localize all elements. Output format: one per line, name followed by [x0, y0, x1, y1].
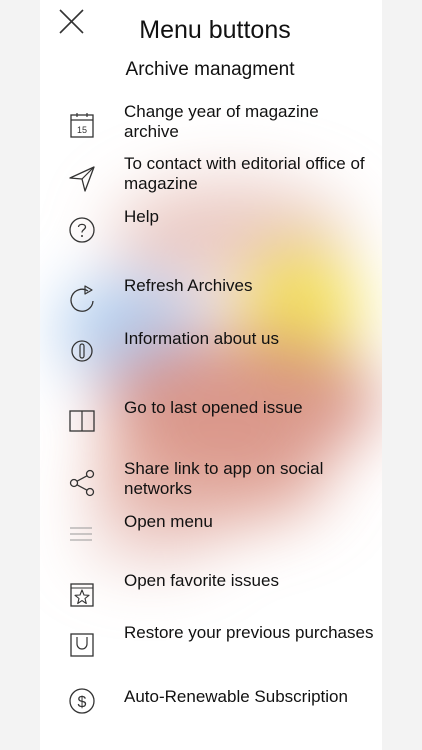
- menu-item-label: Share link to app on social networks: [124, 459, 324, 498]
- menu-icon: [66, 518, 98, 550]
- menu-item-open-menu[interactable]: Open menu: [60, 512, 380, 556]
- menu-item-change-year[interactable]: 15 Change year of magazine archive: [60, 102, 380, 146]
- menu-item-favorite-issues[interactable]: Open favorite issues: [60, 571, 380, 615]
- menu-item-label: Open favorite issues: [124, 571, 279, 590]
- send-icon: [66, 162, 98, 194]
- page-title: Menu buttons: [139, 16, 291, 44]
- calendar-icon: 15: [66, 110, 98, 142]
- section-subtitle: Archive managment: [125, 59, 295, 80]
- menu-item-contact-editorial[interactable]: To contact with editorial office of maga…: [60, 154, 380, 198]
- bag-icon: [66, 629, 98, 661]
- menu-panel: Menu buttons Archive managment 15 Change…: [0, 0, 422, 750]
- menu-item-auto-renewable-subscription[interactable]: $ Auto-Renewable Subscription: [60, 687, 380, 731]
- menu-item-label: Open menu: [124, 512, 213, 531]
- menu-item-label: Help: [124, 207, 159, 226]
- menu-item-share-link[interactable]: Share link to app on social networks: [60, 459, 380, 503]
- menu-item-label: Auto-Renewable Subscription: [124, 687, 348, 706]
- book-icon: [66, 405, 98, 437]
- calendar-day-text: 15: [77, 125, 87, 135]
- svg-text:$: $: [78, 694, 87, 711]
- menu-item-restore-purchases[interactable]: Restore your previous purchases: [60, 623, 380, 667]
- menu-item-label: Refresh Archives: [124, 276, 253, 295]
- menu-item-refresh-archives[interactable]: Refresh Archives: [60, 276, 380, 320]
- help-icon: [66, 214, 98, 246]
- menu-item-information[interactable]: Information about us: [60, 329, 380, 373]
- menu-item-label: Information about us: [124, 329, 279, 348]
- close-icon[interactable]: [56, 6, 88, 38]
- menu-item-label: To contact with editorial office of maga…: [124, 154, 365, 193]
- menu-item-label: Go to last opened issue: [124, 398, 303, 417]
- star-icon: [66, 579, 98, 611]
- share-icon: [66, 467, 98, 499]
- dollar-icon: $: [66, 685, 98, 717]
- refresh-icon: [66, 283, 98, 315]
- menu-item-label: Change year of magazine archive: [124, 102, 319, 141]
- info-icon: [66, 335, 98, 367]
- menu-item-last-opened-issue[interactable]: Go to last opened issue: [60, 398, 380, 442]
- menu-item-label: Restore your previous purchases: [124, 623, 374, 642]
- menu-item-help[interactable]: Help: [60, 207, 380, 251]
